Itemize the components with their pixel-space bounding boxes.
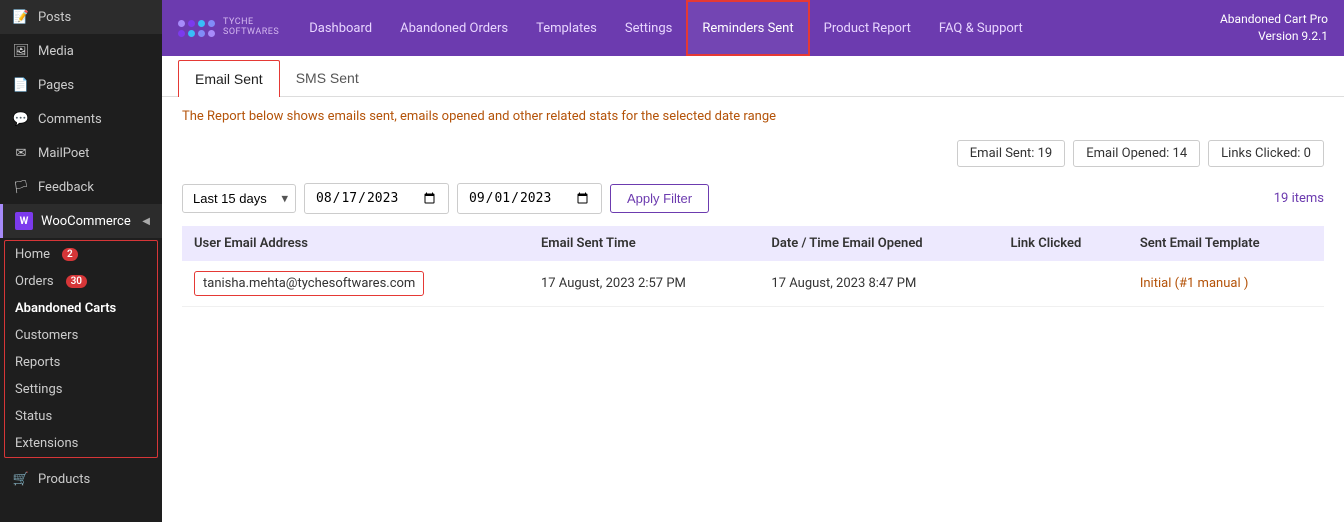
date-range-wrapper: Last 15 daysLast 30 daysLast 7 daysCusto… <box>182 184 296 213</box>
sidebar-item-products[interactable]: 🛒 Products <box>0 462 162 496</box>
items-count: 19 items <box>1274 191 1324 206</box>
top-navbar: TYCHESOFTWARES Dashboard Abandoned Order… <box>162 0 1344 56</box>
sidebar-item-media[interactable]: 🖼 Media <box>0 34 162 68</box>
sidebar-label-abandoned-carts: Abandoned Carts <box>15 301 116 316</box>
col-email: User Email Address <box>182 226 529 261</box>
sidebar-label-reports: Reports <box>15 355 60 370</box>
main-area: TYCHESOFTWARES Dashboard Abandoned Order… <box>162 0 1344 522</box>
sidebar-label-comments: Comments <box>38 112 102 127</box>
topnav-dashboard[interactable]: Dashboard <box>295 0 386 56</box>
topnav-product-report[interactable]: Product Report <box>810 0 925 56</box>
plugin-title: Abandoned Cart Pro Version 9.2.1 <box>1204 11 1344 45</box>
sidebar-item-settings[interactable]: Settings <box>5 376 157 403</box>
sidebar: 📝 Posts 🖼 Media 📄 Pages 💬 Comments ✉ Mai… <box>0 0 162 522</box>
sidebar-item-home[interactable]: Home 2 <box>5 241 157 268</box>
topnav-faq-support[interactable]: FAQ & Support <box>925 0 1037 56</box>
woocommerce-submenu: Home 2 Orders 30 Abandoned Carts Custome… <box>4 240 158 458</box>
sidebar-item-status[interactable]: Status <box>5 403 157 430</box>
stats-row: Email Sent: 19 Email Opened: 14 Links Cl… <box>162 132 1344 175</box>
stat-links-clicked: Links Clicked: 0 <box>1208 140 1324 167</box>
col-opened-time: Date / Time Email Opened <box>759 226 998 261</box>
sidebar-item-pages[interactable]: 📄 Pages <box>0 68 162 102</box>
date-from-input[interactable] <box>304 183 449 214</box>
sidebar-label-home: Home <box>15 247 50 262</box>
cell-opened-time: 17 August, 2023 8:47 PM <box>759 261 998 307</box>
sidebar-item-customers[interactable]: Customers <box>5 322 157 349</box>
sidebar-label-pages: Pages <box>38 78 74 93</box>
topnav-abandoned-orders[interactable]: Abandoned Orders <box>386 0 522 56</box>
sidebar-label-media: Media <box>38 44 74 59</box>
sidebar-item-comments[interactable]: 💬 Comments <box>0 102 162 136</box>
stat-email-opened: Email Opened: 14 <box>1073 140 1200 167</box>
col-link-clicked: Link Clicked <box>998 226 1127 261</box>
logo-dots <box>178 20 215 37</box>
sidebar-label-customers: Customers <box>15 328 78 343</box>
email-address: tanisha.mehta@tychesoftwares.com <box>194 271 424 296</box>
sidebar-item-feedback[interactable]: 🏳 Feedback <box>0 170 162 204</box>
cell-email: tanisha.mehta@tychesoftwares.com <box>182 261 529 307</box>
sidebar-label-settings: Settings <box>15 382 62 397</box>
tab-sms-sent[interactable]: SMS Sent <box>280 60 375 96</box>
home-badge: 2 <box>62 248 78 261</box>
sidebar-item-abandoned-carts[interactable]: Abandoned Carts <box>5 295 157 322</box>
posts-icon: 📝 <box>12 8 30 26</box>
cell-template: Initial (#1 manual ) <box>1128 261 1324 307</box>
content-area: Email Sent SMS Sent The Report below sho… <box>162 56 1344 522</box>
comments-icon: 💬 <box>12 110 30 128</box>
sidebar-item-orders[interactable]: Orders 30 <box>5 268 157 295</box>
orders-badge: 30 <box>66 275 87 288</box>
results-table: User Email Address Email Sent Time Date … <box>182 226 1324 307</box>
date-to-input[interactable] <box>457 183 602 214</box>
media-icon: 🖼 <box>12 42 30 60</box>
cell-sent-time: 17 August, 2023 2:57 PM <box>529 261 759 307</box>
topnav-templates[interactable]: Templates <box>522 0 611 56</box>
template-name[interactable]: Initial (#1 manual ) <box>1140 276 1249 291</box>
sidebar-item-posts[interactable]: 📝 Posts <box>0 0 162 34</box>
sidebar-label-woocommerce: WooCommerce <box>41 214 131 229</box>
sidebar-label-orders: Orders <box>15 274 54 289</box>
col-template: Sent Email Template <box>1128 226 1324 261</box>
logo-area: TYCHESOFTWARES <box>162 18 295 38</box>
logo-text: TYCHESOFTWARES <box>223 18 279 38</box>
topnav-reminders-sent[interactable]: Reminders Sent <box>686 0 809 56</box>
info-text: The Report below shows emails sent, emai… <box>162 97 1344 132</box>
tab-email-sent[interactable]: Email Sent <box>178 60 280 97</box>
info-description: The Report below shows emails sent, emai… <box>182 109 776 124</box>
tab-bar: Email Sent SMS Sent <box>162 60 1344 97</box>
chevron-left-icon: ◀ <box>142 216 150 227</box>
sidebar-label-feedback: Feedback <box>38 180 94 195</box>
sidebar-label-status: Status <box>15 409 52 424</box>
products-icon: 🛒 <box>12 470 30 488</box>
sidebar-item-extensions[interactable]: Extensions <box>5 430 157 457</box>
sidebar-item-mailpoet[interactable]: ✉ MailPoet <box>0 136 162 170</box>
sidebar-label-products: Products <box>38 472 90 487</box>
top-menu: Dashboard Abandoned Orders Templates Set… <box>295 0 1204 56</box>
pages-icon: 📄 <box>12 76 30 94</box>
sidebar-item-reports[interactable]: Reports <box>5 349 157 376</box>
woocommerce-icon: W <box>15 212 33 230</box>
sidebar-item-woocommerce[interactable]: W WooCommerce ◀ <box>0 204 162 238</box>
cell-link-clicked <box>998 261 1127 307</box>
mailpoet-icon: ✉ <box>12 144 30 162</box>
date-range-select[interactable]: Last 15 daysLast 30 daysLast 7 daysCusto… <box>182 184 296 213</box>
apply-filter-button[interactable]: Apply Filter <box>610 184 709 213</box>
feedback-icon: 🏳 <box>12 178 30 196</box>
table-header-row: User Email Address Email Sent Time Date … <box>182 226 1324 261</box>
sidebar-label-posts: Posts <box>38 10 71 25</box>
table-row: tanisha.mehta@tychesoftwares.com 17 Augu… <box>182 261 1324 307</box>
col-sent-time: Email Sent Time <box>529 226 759 261</box>
sidebar-label-mailpoet: MailPoet <box>38 146 89 161</box>
topnav-settings[interactable]: Settings <box>611 0 686 56</box>
stat-email-sent: Email Sent: 19 <box>957 140 1065 167</box>
results-table-wrapper: User Email Address Email Sent Time Date … <box>162 226 1344 307</box>
sidebar-label-extensions: Extensions <box>15 436 78 451</box>
filter-row: Last 15 daysLast 30 daysLast 7 daysCusto… <box>162 175 1344 226</box>
